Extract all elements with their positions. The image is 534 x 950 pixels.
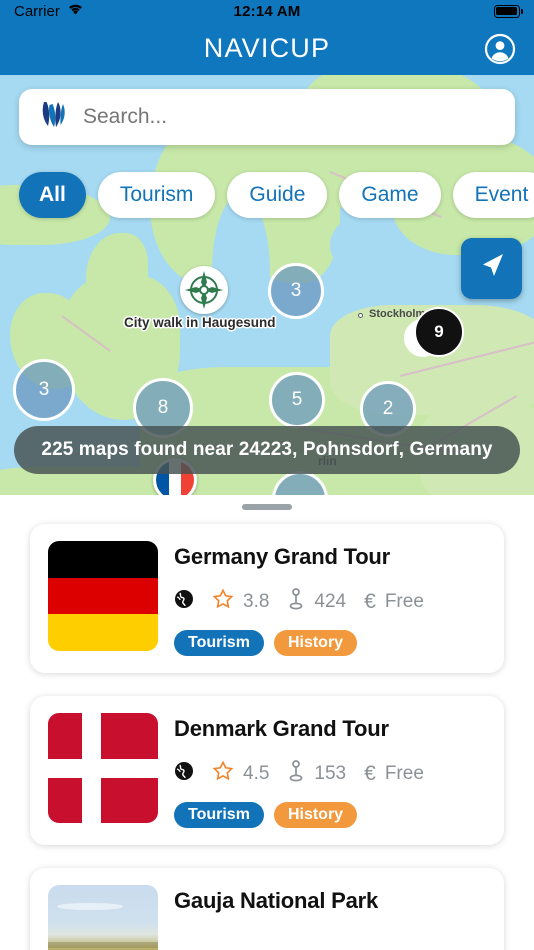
list-item-meta: 3.8 424 € Free bbox=[174, 588, 486, 616]
chip-label: Game bbox=[361, 183, 419, 206]
navigation-arrow-icon bbox=[475, 249, 509, 288]
map-cluster[interactable]: 3 bbox=[268, 263, 324, 319]
filter-chip-row[interactable]: All Tourism Guide Game Event Hi bbox=[19, 172, 534, 218]
rating-value: 3.8 bbox=[243, 591, 270, 612]
map-cluster[interactable]: 5 bbox=[269, 372, 325, 428]
points-value: 424 bbox=[314, 591, 347, 612]
list-item[interactable]: Gauja National Park bbox=[30, 868, 504, 950]
list-item-tags: Tourism History bbox=[174, 802, 486, 828]
map-list: Germany Grand Tour 3.8 424 € Free Touris… bbox=[0, 510, 534, 950]
price-value: Free bbox=[384, 763, 424, 784]
map-pin-icon bbox=[287, 588, 305, 616]
cluster-count: 3 bbox=[38, 379, 50, 400]
list-item-title: Denmark Grand Tour bbox=[174, 716, 389, 741]
filter-chip-all[interactable]: All bbox=[19, 172, 86, 218]
globe-icon bbox=[174, 761, 194, 787]
tag-history[interactable]: History bbox=[273, 630, 358, 656]
euro-icon: € bbox=[364, 762, 376, 785]
star-icon bbox=[212, 760, 234, 788]
filter-chip-guide[interactable]: Guide bbox=[227, 172, 328, 218]
cluster-count: 9 bbox=[434, 322, 444, 341]
list-item-body: Gauja National Park bbox=[174, 885, 486, 950]
denmark-flag-thumbnail bbox=[48, 713, 158, 823]
cluster-count: 2 bbox=[382, 398, 394, 419]
list-item[interactable]: Germany Grand Tour 3.8 424 € Free Touris… bbox=[30, 524, 504, 673]
euro-icon: € bbox=[364, 590, 376, 613]
tour-label-haugesund: City walk in Haugesund bbox=[124, 315, 276, 330]
chip-label: Guide bbox=[249, 183, 306, 206]
map-cluster-badge[interactable]: 9 bbox=[414, 307, 464, 357]
city-dot-stockholm bbox=[358, 313, 363, 318]
status-bar: Carrier 12:14 AM bbox=[0, 0, 534, 22]
list-item-body: Denmark Grand Tour 4.5 153 € Free Touris… bbox=[174, 713, 486, 828]
chip-label: Event bbox=[474, 183, 529, 206]
navicup-logo-icon bbox=[41, 100, 67, 135]
search-placeholder: Search... bbox=[83, 105, 168, 128]
cluster-count: 8 bbox=[157, 397, 169, 418]
tag-tourism[interactable]: Tourism bbox=[174, 630, 264, 656]
cluster-count: 3 bbox=[290, 280, 302, 301]
clock: 12:14 AM bbox=[233, 2, 301, 20]
filter-chip-game[interactable]: Game bbox=[339, 172, 441, 218]
list-item-tags: Tourism History bbox=[174, 630, 486, 656]
app-header: NAVICUP bbox=[0, 22, 534, 75]
compass-marker[interactable] bbox=[180, 266, 228, 314]
star-icon bbox=[212, 588, 234, 616]
list-item-title: Germany Grand Tour bbox=[174, 544, 391, 569]
app-screen: Carrier 12:14 AM NAVICUP Stockholm City … bbox=[0, 0, 534, 950]
germany-flag-thumbnail bbox=[48, 541, 158, 651]
points-value: 153 bbox=[314, 763, 347, 784]
map-pin-icon bbox=[287, 760, 305, 788]
tag-history[interactable]: History bbox=[273, 802, 358, 828]
landscape-photo-thumbnail bbox=[48, 885, 158, 950]
price-value: Free bbox=[384, 591, 424, 612]
list-item-title: Gauja National Park bbox=[174, 888, 379, 913]
bottom-sheet[interactable]: Germany Grand Tour 3.8 424 € Free Touris… bbox=[0, 495, 534, 950]
globe-icon bbox=[174, 589, 194, 615]
map-cluster[interactable]: 3 bbox=[13, 359, 75, 421]
tag-tourism[interactable]: Tourism bbox=[174, 802, 264, 828]
filter-chip-event[interactable]: Event bbox=[452, 172, 534, 218]
list-item-body: Germany Grand Tour 3.8 424 € Free Touris… bbox=[174, 541, 486, 656]
list-item[interactable]: Denmark Grand Tour 4.5 153 € Free Touris… bbox=[30, 696, 504, 845]
filter-chip-tourism[interactable]: Tourism bbox=[97, 172, 216, 218]
chip-label: Tourism bbox=[119, 183, 194, 206]
list-item-meta: 4.5 153 € Free bbox=[174, 760, 486, 788]
page-title: NAVICUP bbox=[203, 33, 331, 63]
account-circle-icon[interactable] bbox=[484, 33, 516, 65]
rating-value: 4.5 bbox=[243, 763, 270, 784]
locate-me-button[interactable] bbox=[461, 238, 522, 299]
battery-icon bbox=[494, 4, 524, 18]
map-results-toast: 225 maps found near 24223, Pohnsdorf, Ge… bbox=[14, 426, 520, 474]
cluster-count: 5 bbox=[291, 389, 303, 410]
search-input[interactable]: Search... bbox=[19, 89, 515, 145]
chip-label: All bbox=[39, 183, 66, 206]
